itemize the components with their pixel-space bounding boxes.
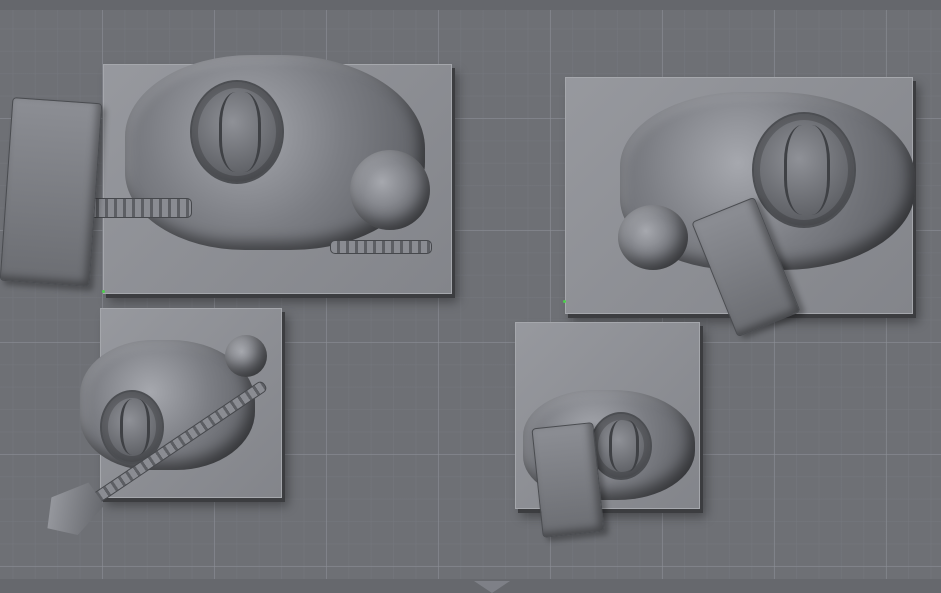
viewport-bottom-edge xyxy=(0,579,941,593)
viewport-top-edge xyxy=(0,0,941,10)
support-marker xyxy=(563,300,566,303)
hammer-head[interactable] xyxy=(0,97,103,287)
triangle-down-icon xyxy=(474,581,510,593)
shield[interactable] xyxy=(531,422,605,538)
helmet-icon xyxy=(190,80,284,184)
hammer-handle[interactable] xyxy=(80,198,192,218)
helmet-icon xyxy=(752,112,856,228)
helmet-icon xyxy=(590,412,652,480)
model-shoulder[interactable] xyxy=(225,335,267,377)
support-marker xyxy=(102,290,105,293)
weapon-pommel xyxy=(330,240,432,254)
model-shoulder[interactable] xyxy=(618,205,688,270)
axe-head[interactable] xyxy=(34,475,110,547)
3d-viewport[interactable] xyxy=(0,0,941,593)
model-shoulder[interactable] xyxy=(350,150,430,230)
